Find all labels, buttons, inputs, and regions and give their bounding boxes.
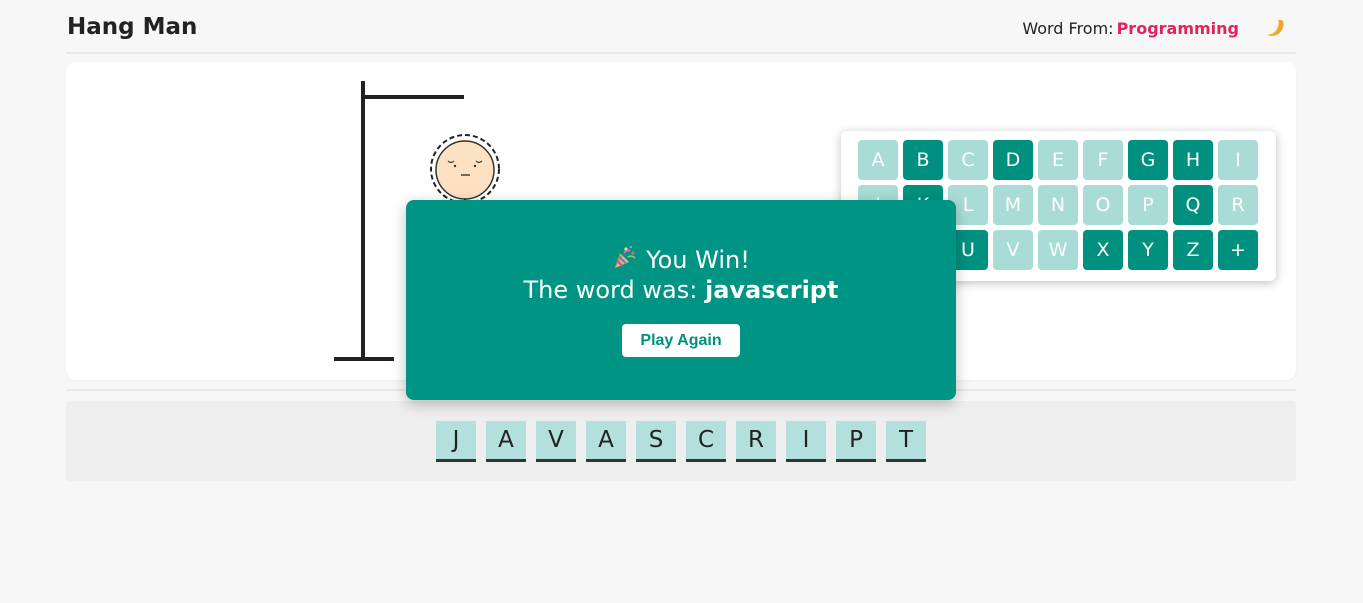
header: Hang Man Word From: Programming	[66, 0, 1296, 54]
key-a[interactable]: A	[858, 140, 898, 180]
category-info: Word From: Programming	[1022, 19, 1239, 38]
result-modal: You Win! The word was: javascript Play A…	[406, 200, 956, 400]
key-g[interactable]: G	[1128, 140, 1168, 180]
play-again-button[interactable]: Play Again	[622, 324, 740, 357]
key-p[interactable]: P	[1128, 185, 1168, 225]
key-e[interactable]: E	[1038, 140, 1078, 180]
key-f[interactable]: F	[1083, 140, 1123, 180]
letter-tile: C	[686, 421, 726, 462]
key-i[interactable]: I	[1218, 140, 1258, 180]
result-title: You Win!	[646, 246, 750, 274]
letter-tile: A	[586, 421, 626, 462]
letter-tile: J	[436, 421, 476, 462]
letter-tile: V	[536, 421, 576, 462]
key-z[interactable]: Z	[1173, 230, 1213, 270]
category-value: Programming	[1116, 19, 1239, 38]
app-title: Hang Man	[67, 14, 198, 40]
party-popper-icon	[612, 244, 638, 276]
key-plus[interactable]: +	[1218, 230, 1258, 270]
result-word-prefix: The word was:	[523, 276, 698, 304]
result-word-line: The word was: javascript	[406, 276, 956, 304]
key-n[interactable]: N	[1038, 185, 1078, 225]
category-label: Word From:	[1022, 19, 1114, 38]
word-display: JAVASCRIPT	[66, 401, 1296, 481]
key-q[interactable]: Q	[1173, 185, 1213, 225]
key-y[interactable]: Y	[1128, 230, 1168, 270]
hangman-head	[430, 134, 500, 204]
letter-tile: R	[736, 421, 776, 462]
key-h[interactable]: H	[1173, 140, 1213, 180]
result-title-line: You Win!	[406, 244, 956, 276]
moon-icon[interactable]	[1264, 16, 1288, 40]
key-r[interactable]: R	[1218, 185, 1258, 225]
letter-tile: P	[836, 421, 876, 462]
letter-tile: T	[886, 421, 926, 462]
key-w[interactable]: W	[1038, 230, 1078, 270]
key-m[interactable]: M	[993, 185, 1033, 225]
key-d[interactable]: D	[993, 140, 1033, 180]
letter-tile: S	[636, 421, 676, 462]
key-c[interactable]: C	[948, 140, 988, 180]
key-x[interactable]: X	[1083, 230, 1123, 270]
key-o[interactable]: O	[1083, 185, 1123, 225]
letter-tile: I	[786, 421, 826, 462]
result-word: javascript	[704, 276, 839, 304]
key-b[interactable]: B	[903, 140, 943, 180]
key-v[interactable]: V	[993, 230, 1033, 270]
letter-tile: A	[486, 421, 526, 462]
